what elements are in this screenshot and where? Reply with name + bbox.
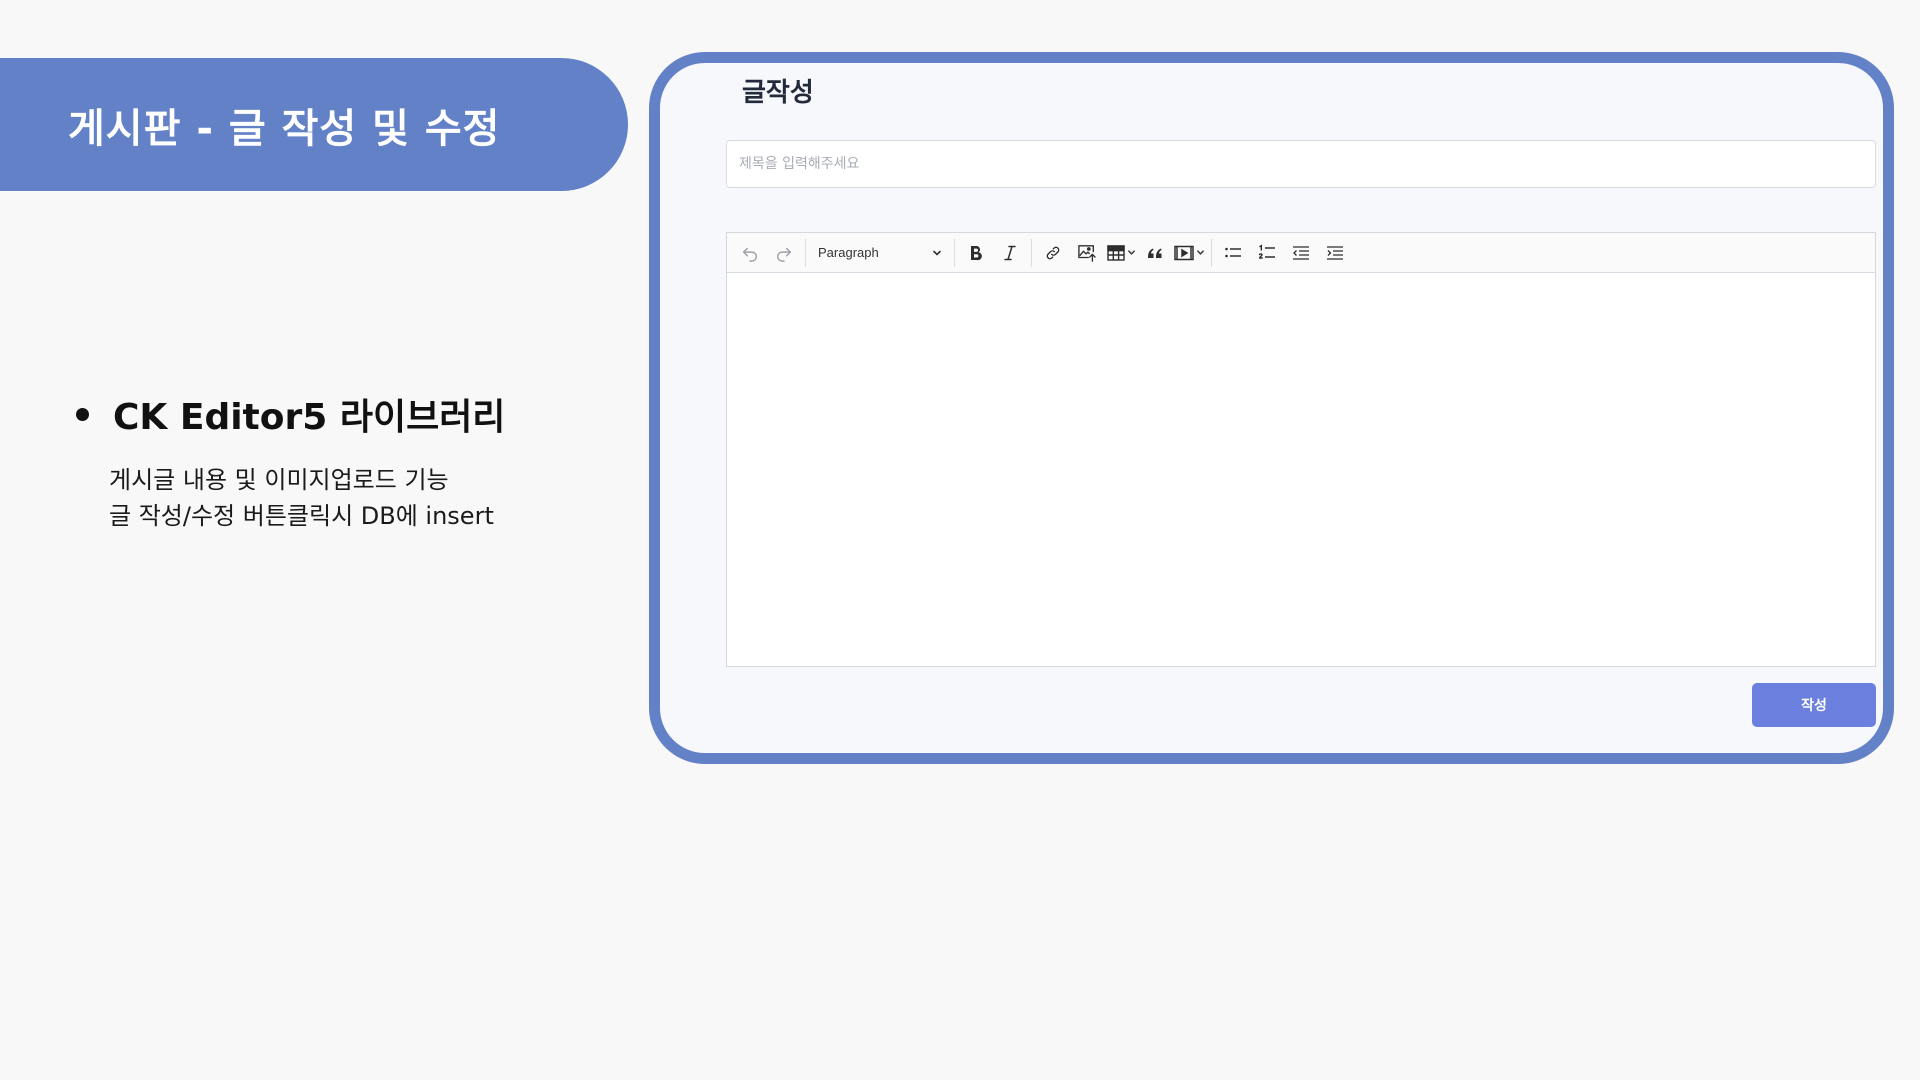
image-upload-icon <box>1078 244 1096 262</box>
bullet-description-line: 게시글 내용 및 이미지업로드 기능 <box>109 466 449 494</box>
toolbar-separator <box>805 238 806 267</box>
slide-title: 게시판 - 글 작성 및 수정 <box>68 105 501 152</box>
redo-button[interactable] <box>769 238 799 268</box>
editor-toolbar: Paragraph <box>727 233 1875 273</box>
numbered-list-icon <box>1258 243 1275 259</box>
italic-button[interactable] <box>995 238 1025 268</box>
redo-icon <box>776 247 792 262</box>
bullet-dot <box>76 407 89 421</box>
indent-icon <box>1327 245 1343 260</box>
indent-button[interactable] <box>1320 238 1350 268</box>
undo-button[interactable] <box>735 238 765 268</box>
chevron-down-icon <box>1127 248 1136 257</box>
block-quote-button[interactable] <box>1140 238 1170 268</box>
insert-table-button[interactable] <box>1106 238 1136 268</box>
rich-text-editor: Paragraph <box>726 232 1876 667</box>
page-title: 글작성 <box>742 78 814 108</box>
bulleted-list-button[interactable] <box>1218 238 1248 268</box>
slide-title-banner: 게시판 - 글 작성 및 수정 <box>0 58 628 191</box>
heading-dropdown-value: Paragraph <box>818 245 879 260</box>
bullet-description-line: 글 작성/수정 버튼클릭시 DB에 insert <box>109 502 494 530</box>
toolbar-separator <box>1211 238 1212 267</box>
undo-icon <box>742 247 758 262</box>
bullet-description: 게시글 내용 및 이미지업로드 기능 글 작성/수정 버튼클릭시 DB에 ins… <box>109 462 632 534</box>
table-icon <box>1106 244 1125 261</box>
submit-button[interactable]: 작성 <box>1752 683 1876 727</box>
heading-dropdown[interactable]: Paragraph <box>810 238 950 268</box>
italic-icon <box>1004 245 1016 260</box>
toolbar-separator <box>1031 238 1032 267</box>
insert-image-button[interactable] <box>1072 238 1102 268</box>
numbered-list-button[interactable] <box>1252 238 1282 268</box>
bulleted-list-icon <box>1225 247 1241 257</box>
bold-icon <box>971 245 982 260</box>
bullet-heading: CK Editor5 라이브러리 <box>113 397 506 438</box>
bold-button[interactable] <box>961 238 991 268</box>
link-icon <box>1046 246 1060 259</box>
post-title-input[interactable] <box>726 140 1876 188</box>
bullet-row: CK Editor5 라이브러리 <box>72 388 632 440</box>
media-embed-icon <box>1174 245 1194 260</box>
link-button[interactable] <box>1038 238 1068 268</box>
outdent-icon <box>1293 245 1309 260</box>
chevron-down-icon <box>1196 248 1205 257</box>
bullet-section: CK Editor5 라이브러리 게시글 내용 및 이미지업로드 기능 글 작성… <box>72 388 632 534</box>
outdent-button[interactable] <box>1286 238 1316 268</box>
toolbar-separator <box>954 238 955 267</box>
chevron-down-icon <box>932 248 942 258</box>
editor-content-area[interactable] <box>727 273 1875 666</box>
insert-media-button[interactable] <box>1174 238 1205 268</box>
block-quote-icon <box>1148 248 1162 258</box>
